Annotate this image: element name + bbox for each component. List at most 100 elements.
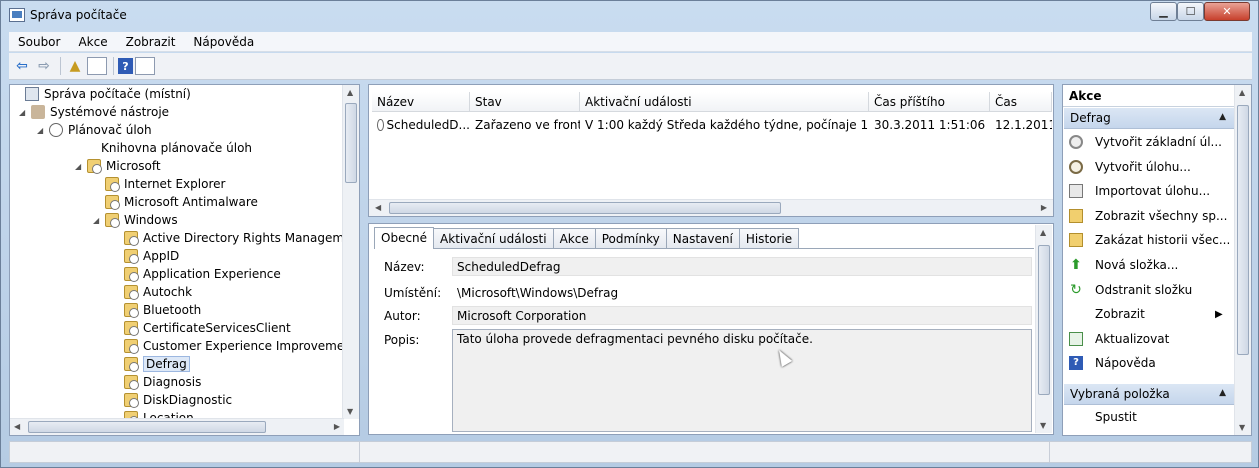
name-field[interactable]: ScheduledDefrag <box>452 257 1032 276</box>
action-item[interactable]: ↻ Odstranit složku <box>1069 280 1192 300</box>
actions-section-selected-item[interactable]: Vybraná položka ▲ <box>1064 384 1234 405</box>
run-icon <box>1069 410 1083 424</box>
column-header-name[interactable]: Název <box>372 92 470 111</box>
tree-item[interactable]: Autochk <box>112 283 192 301</box>
tree-item[interactable]: DiskDiagnostic <box>112 391 232 409</box>
column-header-last-run[interactable]: Čas posled <box>990 92 1052 129</box>
tree-item[interactable]: Customer Experience Improvement P <box>112 337 359 355</box>
tree-item[interactable]: ◢ Windows <box>93 211 178 229</box>
forward-icon[interactable]: ⇨ <box>34 56 54 76</box>
menu-zobrazit[interactable]: Zobrazit <box>117 35 185 49</box>
table-row[interactable]: ScheduledD... Zařazeno ve frontě V 1:00 … <box>372 115 1052 135</box>
tree-item[interactable]: Application Experience <box>112 265 281 283</box>
scroll-down-icon[interactable]: ▼ <box>347 407 353 416</box>
tab-general[interactable]: Obecné <box>374 227 435 249</box>
tab-triggers[interactable]: Aktivační události <box>433 228 554 249</box>
action-item[interactable]: Zakázat historii všec... <box>1069 230 1230 250</box>
tree-expander-icon[interactable]: ◢ <box>37 126 47 135</box>
column-header-status[interactable]: Stav <box>470 92 580 111</box>
close-button[interactable]: ✕ <box>1204 2 1250 21</box>
column-header-next-run[interactable]: Čas příštího spuštění <box>869 92 990 129</box>
tree-item-label: Active Directory Rights Management <box>143 231 360 245</box>
back-icon[interactable]: ⇦ <box>12 56 32 76</box>
tree-item[interactable]: CertificateServicesClient <box>112 319 291 337</box>
blank-icon <box>1069 307 1083 321</box>
tree-expander-icon[interactable]: ◢ <box>19 108 29 117</box>
tree-vertical-scrollbar[interactable]: ▲ ▼ <box>342 85 359 419</box>
collapse-icon[interactable]: ▲ <box>1219 388 1226 398</box>
scroll-up-icon[interactable]: ▲ <box>1040 228 1046 237</box>
tree-item-label: DiskDiagnostic <box>143 393 233 407</box>
tree-item[interactable]: Knihovna plánovače úloh <box>89 139 252 157</box>
action-item[interactable]: Importovat úlohu... <box>1069 181 1210 201</box>
scroll-down-icon[interactable]: ▼ <box>1040 421 1046 430</box>
tree-item[interactable]: AppID <box>112 247 179 265</box>
column-header-triggers[interactable]: Aktivační události <box>580 92 869 111</box>
action-label: Vytvořit základní úl... <box>1095 135 1222 149</box>
tree-item[interactable]: Microsoft Antimalware <box>93 193 258 211</box>
tree-item[interactable]: Bluetooth <box>112 301 201 319</box>
task-list-header: Název Stav Aktivační události Čas příští… <box>372 92 1052 129</box>
action-item[interactable]: Zobrazit ▶ <box>1069 304 1223 324</box>
new-folder-icon: ⬆ <box>1070 257 1082 273</box>
maximize-button[interactable]: ☐ <box>1177 2 1204 21</box>
actions-vertical-scrollbar[interactable]: ▲ ▼ <box>1234 85 1251 435</box>
action-item[interactable]: Zobrazit všechny sp... <box>1069 206 1227 226</box>
tab-settings[interactable]: Nastavení <box>665 228 740 249</box>
tab-conditions[interactable]: Podmínky <box>594 228 667 249</box>
tree-item[interactable]: Active Directory Rights Management <box>112 229 360 247</box>
scroll-right-icon[interactable]: ▶ <box>1041 203 1047 212</box>
action-run[interactable]: Spustit <box>1069 407 1137 427</box>
action-item[interactable]: ? Nápověda <box>1069 353 1156 373</box>
action-label: Odstranit složku <box>1095 282 1193 297</box>
tree-item[interactable]: Správa počítače (místní) <box>13 85 191 103</box>
collapse-icon[interactable]: ▲ <box>1219 112 1226 122</box>
tree-item[interactable]: Defrag <box>112 355 190 373</box>
tree-item[interactable]: ◢ Plánovač úloh <box>37 121 152 139</box>
menu-akce[interactable]: Akce <box>69 35 116 49</box>
scroll-right-icon[interactable]: ▶ <box>334 422 340 431</box>
scroll-thumb[interactable] <box>1237 105 1249 355</box>
scroll-left-icon[interactable]: ◀ <box>14 422 20 431</box>
tree-item[interactable]: Diagnosis <box>112 373 201 391</box>
action-item[interactable]: ⬆ Nová složka... <box>1069 255 1178 275</box>
tree-item[interactable]: ◢ Microsoft <box>75 157 161 175</box>
tree-item[interactable]: Internet Explorer <box>93 175 225 193</box>
scroll-up-icon[interactable]: ▲ <box>1239 88 1245 97</box>
action-item[interactable]: Vytvořit úlohu... <box>1069 157 1191 177</box>
up-folder-icon[interactable]: ▲ <box>65 56 85 76</box>
minimize-button[interactable]: ▁ <box>1150 2 1177 21</box>
show-hide-action-pane-icon[interactable] <box>135 57 155 75</box>
description-field[interactable]: Tato úloha provede defragmentaci pevného… <box>452 329 1032 432</box>
detail-vertical-scrollbar[interactable]: ▲ ▼ <box>1035 225 1052 433</box>
scroll-thumb[interactable] <box>345 103 357 183</box>
scroll-thumb[interactable] <box>28 421 266 433</box>
menu-soubor[interactable]: Soubor <box>9 35 69 49</box>
folder-clock-icon <box>124 303 139 318</box>
folder-icon <box>1069 233 1083 248</box>
scroll-thumb[interactable] <box>389 202 781 214</box>
action-label: Importovat úlohu... <box>1095 184 1211 199</box>
help-icon[interactable]: ? <box>118 58 133 74</box>
actions-section-defrag[interactable]: Defrag ▲ <box>1064 108 1234 129</box>
scroll-thumb[interactable] <box>1038 245 1050 395</box>
location-field[interactable]: \Microsoft\Windows\Defrag <box>452 283 1032 302</box>
action-item[interactable]: Aktualizovat <box>1069 329 1169 349</box>
tab-actions[interactable]: Akce <box>552 228 596 249</box>
folder-clock-icon <box>124 339 139 354</box>
author-field[interactable]: Microsoft Corporation <box>452 306 1032 325</box>
show-hide-tree-icon[interactable] <box>87 57 107 75</box>
task-list-horizontal-scrollbar[interactable]: ◀ ▶ <box>369 199 1053 216</box>
scroll-up-icon[interactable]: ▲ <box>347 88 353 97</box>
tab-history[interactable]: Historie <box>738 228 800 249</box>
tree-expander-icon[interactable]: ◢ <box>93 216 103 225</box>
menu-napoveda[interactable]: Nápověda <box>184 35 263 49</box>
actions-header: Akce <box>1063 85 1251 107</box>
scroll-down-icon[interactable]: ▼ <box>1239 423 1245 432</box>
tree-item[interactable]: ◢ Systémové nástroje <box>19 103 169 121</box>
scroll-left-icon[interactable]: ◀ <box>375 203 381 212</box>
tree-horizontal-scrollbar[interactable]: ◀ ▶ <box>10 418 344 435</box>
action-item[interactable]: Vytvořit základní úl... <box>1069 132 1222 152</box>
title-bar[interactable]: Správa počítače ▁ ☐ ✕ <box>1 1 1258 31</box>
tree-expander-icon[interactable]: ◢ <box>75 162 85 171</box>
